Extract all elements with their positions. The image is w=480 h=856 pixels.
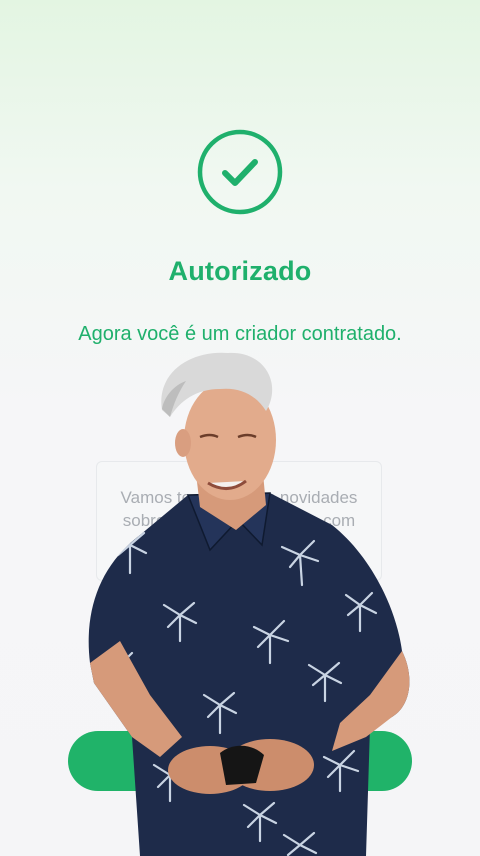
check-circle-icon xyxy=(197,129,283,215)
page-title: Autorizado xyxy=(168,256,312,286)
authorized-screen: Autorizado Agora você é um criador contr… xyxy=(0,0,480,856)
status-message: Agora você é um criador contratado. xyxy=(78,323,402,345)
video-presenter-overlay xyxy=(70,345,415,856)
